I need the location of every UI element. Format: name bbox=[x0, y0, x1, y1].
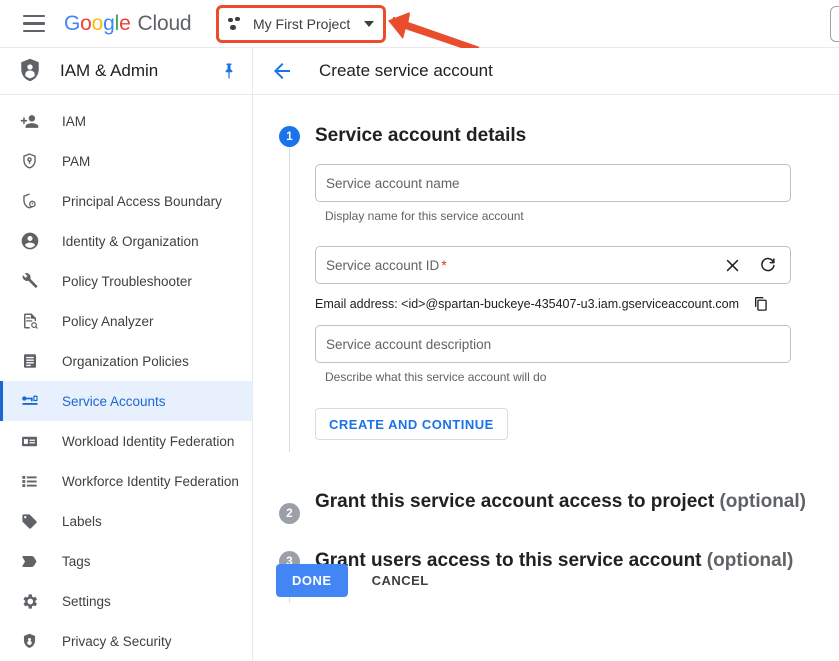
sidebar-item-label: IAM bbox=[62, 113, 87, 129]
sidebar-item-workload-identity-federation[interactable]: Workload Identity Federation bbox=[0, 421, 252, 461]
create-service-account-form: 1 Service account details Service accoun… bbox=[253, 95, 839, 603]
project-selector-button[interactable]: My First Project bbox=[223, 12, 379, 36]
done-button[interactable]: DONE bbox=[276, 564, 348, 597]
logo-letter-g2: g bbox=[103, 11, 115, 35]
sidebar-item-settings[interactable]: Settings bbox=[0, 581, 252, 621]
sidebar-item-policy-troubleshooter[interactable]: Policy Troubleshooter bbox=[0, 261, 252, 301]
sidebar-nav-list: IAM PAM Principal Access Boundary Identi… bbox=[0, 95, 252, 661]
sidebar-item-label: Policy Troubleshooter bbox=[62, 273, 192, 289]
logo-letter-g: G bbox=[64, 11, 81, 35]
list-document-icon bbox=[19, 351, 40, 372]
step-1-number-badge: 1 bbox=[279, 126, 300, 147]
step-3-optional-label: (optional) bbox=[706, 550, 794, 571]
sidebar-item-label: Policy Analyzer bbox=[62, 313, 154, 329]
sidebar: IAM & Admin IAM PAM Principal Access Bou… bbox=[0, 48, 253, 661]
step-2-grant-project-access: 2 Grant this service account access to p… bbox=[253, 489, 839, 524]
service-account-name-helper: Display name for this service account bbox=[325, 209, 524, 223]
project-selector-highlight-box: My First Project bbox=[216, 5, 386, 43]
shield-boundary-icon bbox=[19, 191, 40, 212]
shield-icon bbox=[19, 631, 40, 652]
refresh-icon[interactable] bbox=[759, 257, 776, 274]
sidebar-item-privacy-security[interactable]: Privacy & Security bbox=[0, 621, 252, 661]
document-search-icon bbox=[19, 311, 40, 332]
person-add-icon bbox=[19, 111, 40, 132]
service-account-description-helper: Describe what this service account will … bbox=[325, 370, 547, 384]
sidebar-header: IAM & Admin bbox=[0, 48, 252, 95]
logo-letter-o1: o bbox=[80, 11, 92, 35]
sidebar-item-label: Identity & Organization bbox=[62, 233, 199, 249]
search-input[interactable] bbox=[830, 6, 839, 42]
logo-letter-o2: o bbox=[91, 11, 104, 35]
sidebar-item-label: Settings bbox=[62, 593, 111, 609]
step-2-title: Grant this service account access to pro… bbox=[315, 489, 839, 515]
top-navigation-bar: Google Cloud My First Project bbox=[0, 0, 839, 54]
service-account-id-input[interactable]: Service account ID * bbox=[315, 246, 791, 284]
cancel-button[interactable]: CANCEL bbox=[362, 564, 439, 597]
service-account-id-placeholder: Service account ID bbox=[326, 257, 440, 273]
page-title: Create service account bbox=[319, 61, 493, 80]
required-asterisk: * bbox=[441, 257, 447, 273]
account-circle-icon bbox=[19, 231, 40, 252]
service-account-name-placeholder: Service account name bbox=[326, 175, 460, 191]
back-arrow-icon[interactable] bbox=[270, 59, 294, 83]
email-address-line: Email address: <id>@spartan-buckeye-4354… bbox=[315, 296, 791, 312]
sidebar-item-label: Service Accounts bbox=[62, 393, 166, 409]
hamburger-menu-icon[interactable] bbox=[10, 0, 58, 48]
tag-arrow-icon bbox=[19, 551, 40, 572]
step-2-number-badge: 2 bbox=[279, 503, 300, 524]
sidebar-item-labels[interactable]: Labels bbox=[0, 501, 252, 541]
sidebar-item-label: Labels bbox=[62, 513, 102, 529]
pin-icon[interactable] bbox=[220, 62, 238, 80]
step-1-fields: Service account name Display name for th… bbox=[315, 164, 791, 440]
sidebar-item-principal-access-boundary[interactable]: Principal Access Boundary bbox=[0, 181, 252, 221]
sidebar-title: IAM & Admin bbox=[60, 61, 159, 80]
form-action-bar: DONE CANCEL bbox=[276, 564, 439, 597]
service-account-description-input[interactable]: Service account description bbox=[315, 325, 791, 363]
project-dots-icon bbox=[227, 16, 244, 33]
label-tag-icon bbox=[19, 511, 40, 532]
sidebar-item-label: Workforce Identity Federation bbox=[62, 473, 239, 489]
logo-cloud-word: Cloud bbox=[137, 11, 192, 35]
close-icon[interactable] bbox=[724, 257, 741, 274]
bullet-list-icon bbox=[19, 471, 40, 492]
page-header: Create service account bbox=[253, 48, 839, 95]
chevron-down-icon bbox=[364, 21, 374, 27]
sidebar-item-service-accounts[interactable]: Service Accounts bbox=[0, 381, 252, 421]
sidebar-item-policy-analyzer[interactable]: Policy Analyzer bbox=[0, 301, 252, 341]
sidebar-item-iam[interactable]: IAM bbox=[0, 101, 252, 141]
sidebar-item-identity-organization[interactable]: Identity & Organization bbox=[0, 221, 252, 261]
email-address-text: Email address: <id>@spartan-buckeye-4354… bbox=[315, 297, 740, 311]
sidebar-item-workforce-identity-federation[interactable]: Workforce Identity Federation bbox=[0, 461, 252, 501]
sidebar-item-tags[interactable]: Tags bbox=[0, 541, 252, 581]
step-2-optional-label: (optional) bbox=[719, 491, 806, 512]
iam-shield-person-icon bbox=[21, 58, 39, 82]
logo-letter-e: e bbox=[119, 11, 131, 35]
sidebar-item-label: Privacy & Security bbox=[62, 633, 172, 649]
copy-icon[interactable] bbox=[753, 296, 769, 312]
service-account-key-icon bbox=[19, 391, 40, 412]
sidebar-item-label: Tags bbox=[62, 553, 91, 569]
shield-key-icon bbox=[19, 151, 40, 172]
id-card-icon bbox=[19, 431, 40, 452]
sidebar-item-label: Principal Access Boundary bbox=[62, 193, 222, 209]
service-account-id-actions bbox=[724, 257, 780, 274]
google-cloud-logo[interactable]: Google Cloud bbox=[64, 11, 192, 36]
service-account-name-input[interactable]: Service account name bbox=[315, 164, 791, 202]
create-and-continue-button[interactable]: CREATE AND CONTINUE bbox=[315, 408, 508, 440]
sidebar-item-label: PAM bbox=[62, 153, 91, 169]
wrench-icon bbox=[19, 271, 40, 292]
sidebar-item-organization-policies[interactable]: Organization Policies bbox=[0, 341, 252, 381]
gear-icon bbox=[19, 591, 40, 612]
sidebar-item-label: Organization Policies bbox=[62, 353, 189, 369]
sidebar-item-label: Workload Identity Federation bbox=[62, 433, 235, 449]
step-2-title-text: Grant this service account access to pro… bbox=[315, 491, 715, 512]
project-name-label: My First Project bbox=[253, 16, 351, 32]
step-1-service-account-details: 1 Service account details Service accoun… bbox=[253, 123, 839, 440]
step-1-title: Service account details bbox=[315, 125, 527, 146]
google-cloud-console-page: Google Cloud My First Project IAM & Admi… bbox=[0, 0, 839, 661]
service-account-description-placeholder: Service account description bbox=[326, 336, 492, 352]
sidebar-item-pam[interactable]: PAM bbox=[0, 141, 252, 181]
